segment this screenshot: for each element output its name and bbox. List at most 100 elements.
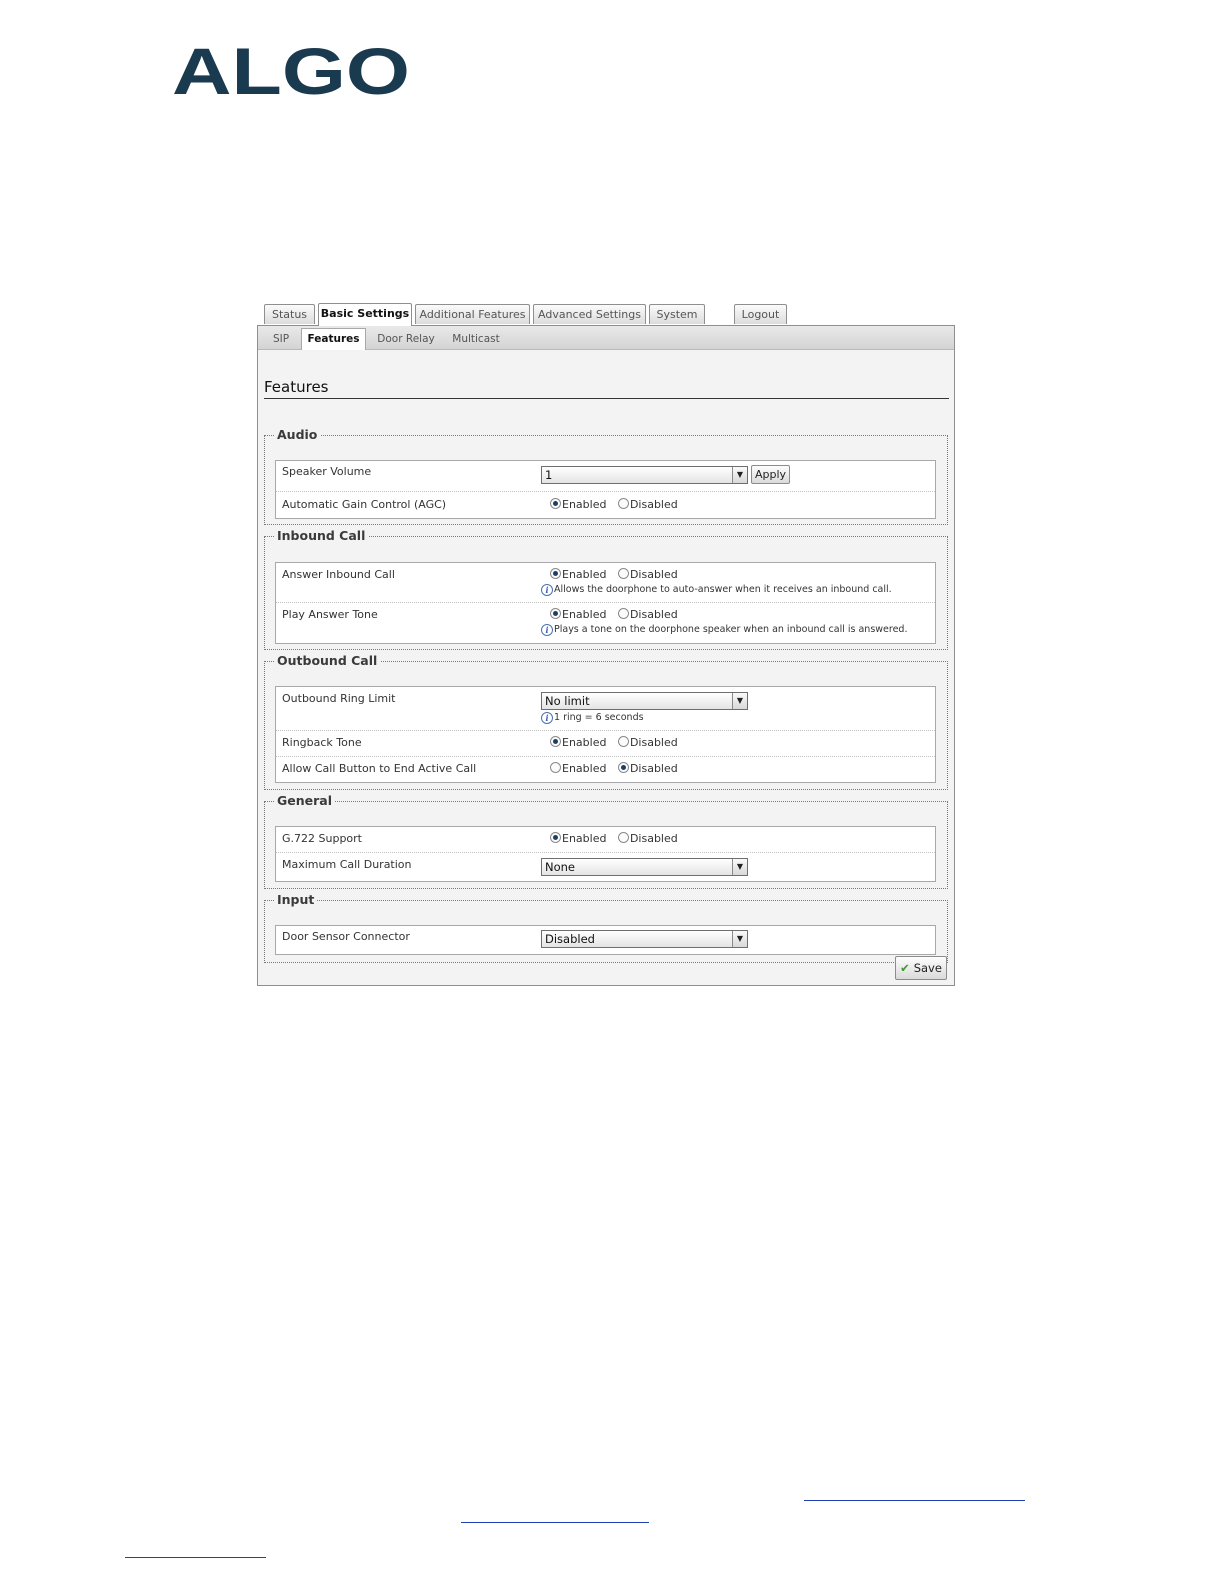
answer-inbound-disabled-radio[interactable] xyxy=(617,568,629,579)
input-rows: Door Sensor Connector Disabled ▼ xyxy=(275,925,936,955)
answer-inbound-radio-group: Enabled Disabled xyxy=(550,568,686,582)
subtab-multicast[interactable]: Multicast xyxy=(447,330,505,349)
tab-additional-features[interactable]: Additional Features xyxy=(415,304,530,324)
play-answer-tone-hint-text: Plays a tone on the doorphone speaker wh… xyxy=(554,624,908,635)
audio-section: Audio Speaker Volume 1 ▼ Apply Automatic… xyxy=(264,428,948,525)
general-rows: G.722 Support Enabled Disabled Maximum C… xyxy=(275,826,936,882)
ringback-tone-radio-group: Enabled Disabled xyxy=(550,736,686,750)
play-answer-tone-row: Play Answer Tone Enabled Disabled i Plays… xyxy=(276,603,935,643)
info-icon: i xyxy=(541,624,553,636)
g722-row: G.722 Support Enabled Disabled xyxy=(276,827,935,853)
g722-enabled-radio[interactable] xyxy=(550,832,561,843)
end-active-call-label: Allow Call Button to End Active Call xyxy=(282,762,477,775)
save-button[interactable]: ✔ Save xyxy=(895,956,947,980)
g722-enabled-label: Enabled xyxy=(562,832,607,845)
outbound-ring-limit-row: Outbound Ring Limit No limit ▼ i1 ring =… xyxy=(276,687,935,731)
end-active-call-radio-group: Enabled Disabled xyxy=(550,762,686,776)
max-call-duration-value: None xyxy=(545,860,576,874)
info-icon: i xyxy=(541,712,553,724)
agc-row: Automatic Gain Control (AGC) Enabled Dis… xyxy=(276,492,935,519)
end-active-call-enabled-radio[interactable] xyxy=(550,762,561,773)
tab-logout[interactable]: Logout xyxy=(734,304,787,324)
speaker-volume-value: 1 xyxy=(545,468,553,482)
answer-inbound-hint-text: Allows the doorphone to auto-answer when… xyxy=(554,584,892,595)
agc-disabled-label: Disabled xyxy=(629,498,678,511)
tab-status[interactable]: Status xyxy=(264,304,315,324)
answer-inbound-disabled-label: Disabled xyxy=(629,568,678,581)
save-button-label: Save xyxy=(913,961,942,975)
ringback-tone-label: Ringback Tone xyxy=(282,736,362,749)
g722-disabled-label: Disabled xyxy=(629,832,678,845)
answer-inbound-row: Answer Inbound Call Enabled Disabled i Al… xyxy=(276,563,935,603)
speaker-volume-select[interactable]: 1 ▼ xyxy=(541,466,748,484)
checkmark-icon: ✔ xyxy=(900,961,910,975)
end-active-call-enabled-label: Enabled xyxy=(562,762,607,775)
end-active-call-disabled-radio[interactable] xyxy=(617,762,629,773)
audio-rows: Speaker Volume 1 ▼ Apply Automatic Gain … xyxy=(275,460,936,519)
agc-enabled-label: Enabled xyxy=(562,498,607,511)
chevron-down-icon: ▼ xyxy=(732,931,747,947)
tab-basic-settings[interactable]: Basic Settings xyxy=(318,303,412,326)
play-answer-tone-hint: i Plays a tone on the doorphone speaker w… xyxy=(541,624,907,636)
agc-enabled-radio[interactable] xyxy=(550,498,561,509)
info-icon: i xyxy=(541,584,553,596)
inbound-call-rows: Answer Inbound Call Enabled Disabled i Al… xyxy=(275,562,936,644)
input-section: Input Door Sensor Connector Disabled ▼ xyxy=(264,893,948,963)
footer-link-underline[interactable] xyxy=(804,1500,1025,1501)
chevron-down-icon: ▼ xyxy=(732,859,747,875)
door-sensor-label: Door Sensor Connector xyxy=(282,930,410,943)
max-call-duration-label: Maximum Call Duration xyxy=(282,858,412,871)
speaker-volume-row: Speaker Volume 1 ▼ Apply xyxy=(276,461,935,492)
apply-button[interactable]: Apply xyxy=(751,465,790,484)
chevron-down-icon: ▼ xyxy=(732,467,747,483)
outbound-call-legend: Outbound Call xyxy=(277,653,378,668)
g722-radio-group: Enabled Disabled xyxy=(550,832,686,846)
general-legend: General xyxy=(277,793,332,808)
inbound-call-legend: Inbound Call xyxy=(277,528,366,543)
play-answer-tone-enabled-label: Enabled xyxy=(562,608,607,621)
play-answer-tone-label: Play Answer Tone xyxy=(282,608,378,621)
tab-advanced-settings[interactable]: Advanced Settings xyxy=(533,304,646,324)
answer-inbound-enabled-label: Enabled xyxy=(562,568,607,581)
outbound-ring-limit-select[interactable]: No limit ▼ xyxy=(541,692,748,710)
ringback-tone-disabled-radio[interactable] xyxy=(617,736,629,747)
subtab-features[interactable]: Features xyxy=(301,328,366,350)
door-sensor-select[interactable]: Disabled ▼ xyxy=(541,930,748,948)
play-answer-tone-radio-group: Enabled Disabled xyxy=(550,608,686,622)
subtab-door-relay[interactable]: Door Relay xyxy=(372,330,440,349)
main-tab-bar: Status Basic Settings Additional Feature… xyxy=(257,303,955,326)
max-call-duration-row: Maximum Call Duration None ▼ xyxy=(276,853,935,881)
outbound-ring-limit-value: No limit xyxy=(545,694,590,708)
answer-inbound-label: Answer Inbound Call xyxy=(282,568,395,581)
speaker-volume-label: Speaker Volume xyxy=(282,465,372,478)
footer-link-underline[interactable] xyxy=(461,1522,649,1523)
tab-system[interactable]: System xyxy=(649,304,705,324)
algo-logo: ALGO xyxy=(172,34,410,102)
answer-inbound-enabled-radio[interactable] xyxy=(550,568,561,579)
subtab-sip[interactable]: SIP xyxy=(266,330,296,349)
end-active-call-row: Allow Call Button to End Active Call Ena… xyxy=(276,757,935,782)
agc-radio-group: Enabled Disabled xyxy=(550,498,686,512)
g722-label: G.722 Support xyxy=(282,832,362,845)
outbound-call-rows: Outbound Ring Limit No limit ▼ i1 ring =… xyxy=(275,686,936,783)
outbound-ring-limit-hint-text: 1 ring = 6 seconds xyxy=(554,712,644,723)
input-legend: Input xyxy=(277,892,315,907)
outbound-call-section: Outbound Call Outbound Ring Limit No lim… xyxy=(264,654,948,790)
inbound-call-section: Inbound Call Answer Inbound Call Enabled… xyxy=(264,529,948,650)
agc-disabled-radio[interactable] xyxy=(617,498,629,509)
outbound-ring-limit-label: Outbound Ring Limit xyxy=(282,692,396,705)
answer-inbound-hint: i Allows the doorphone to auto-answer whe… xyxy=(541,584,892,596)
ringback-tone-disabled-label: Disabled xyxy=(629,736,678,749)
door-sensor-value: Disabled xyxy=(545,932,595,946)
door-sensor-row: Door Sensor Connector Disabled ▼ xyxy=(276,926,935,954)
agc-label: Automatic Gain Control (AGC) xyxy=(282,498,447,511)
play-answer-tone-disabled-label: Disabled xyxy=(629,608,678,621)
g722-disabled-radio[interactable] xyxy=(617,832,629,843)
audio-legend: Audio xyxy=(277,427,318,442)
footer-link-underline[interactable] xyxy=(125,1557,266,1558)
play-answer-tone-enabled-radio[interactable] xyxy=(550,608,561,619)
logo-text: ALGO xyxy=(172,34,410,102)
ringback-tone-enabled-radio[interactable] xyxy=(550,736,561,747)
max-call-duration-select[interactable]: None ▼ xyxy=(541,858,748,876)
play-answer-tone-disabled-radio[interactable] xyxy=(617,608,629,619)
